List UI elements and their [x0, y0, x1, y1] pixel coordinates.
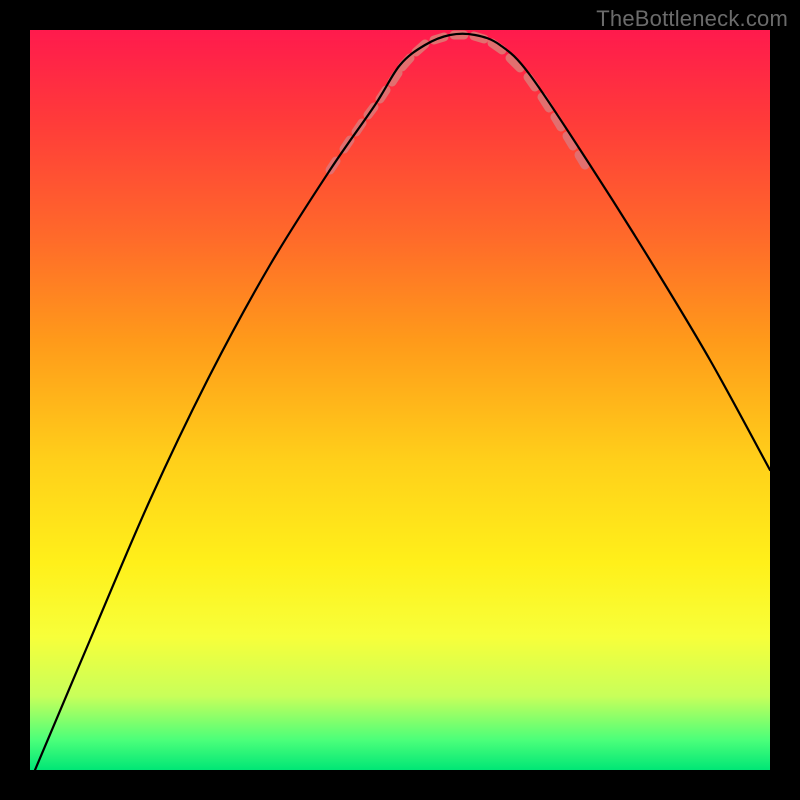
- chart-frame: TheBottleneck.com: [0, 0, 800, 800]
- dash-overlay-group: [330, 35, 585, 170]
- bottleneck-curve: [35, 34, 770, 770]
- attribution-text: TheBottleneck.com: [596, 6, 788, 32]
- chart-svg: [30, 30, 770, 770]
